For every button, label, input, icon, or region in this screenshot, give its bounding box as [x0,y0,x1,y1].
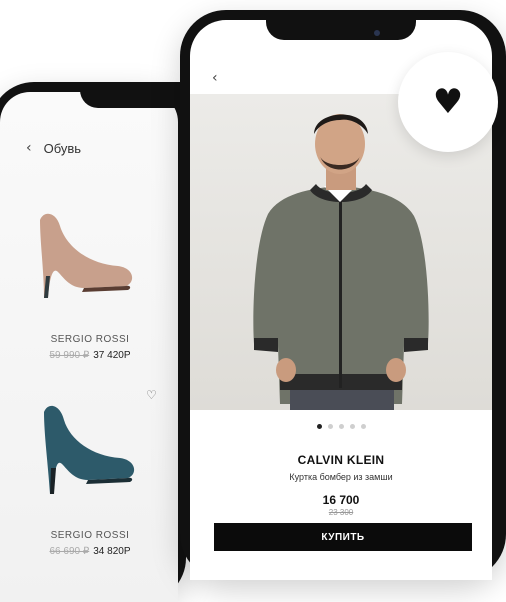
product-brand: SERGIO ROSSI [50,530,130,541]
product-current-price: 37 420Р [93,350,131,361]
carousel-dot[interactable] [316,424,322,429]
product-price: 66 690 ₽34 820Р [0,546,178,557]
back-phone-frame: ‹ Обувь SERGIO ROSSI 59 990 ₽37 420Р ♡ S… [0,82,200,602]
product-description: Куртка бомбер из замши [289,472,393,482]
buy-button[interactable]: КУПИТЬ [214,523,472,551]
product-image-shoe-2[interactable] [32,398,142,498]
chevron-left-icon[interactable]: ‹ [26,140,32,156]
product-old-price: 59 990 ₽ [49,350,90,361]
carousel-dot[interactable] [349,424,355,429]
product-brand: CALVIN KLEIN [297,453,385,467]
heart-outline-icon[interactable]: ♡ [146,388,157,402]
product-old-price: 66 690 ₽ [49,546,90,557]
phone-notch [266,10,416,40]
product-image-shoe-1[interactable] [30,202,140,302]
category-header: ‹ Обувь [26,140,81,156]
product-price: 16 700 [322,493,360,507]
product-current-price: 34 820Р [93,546,131,557]
product-price: 59 990 ₽37 420Р [0,350,178,361]
product-old-price: 23 300 [328,508,354,517]
carousel-dot[interactable] [327,424,333,429]
carousel-dot[interactable] [338,424,344,429]
category-title: Обувь [43,140,82,156]
product-brand: SERGIO ROSSI [50,334,130,345]
category-screen: ‹ Обувь SERGIO ROSSI 59 990 ₽37 420Р ♡ S… [0,92,178,602]
chevron-left-icon[interactable]: ‹ [212,70,218,86]
heart-icon[interactable]: ♥ [398,52,498,152]
image-carousel-indicator[interactable] [190,424,492,429]
front-camera [374,30,380,36]
carousel-dot[interactable] [360,424,366,429]
